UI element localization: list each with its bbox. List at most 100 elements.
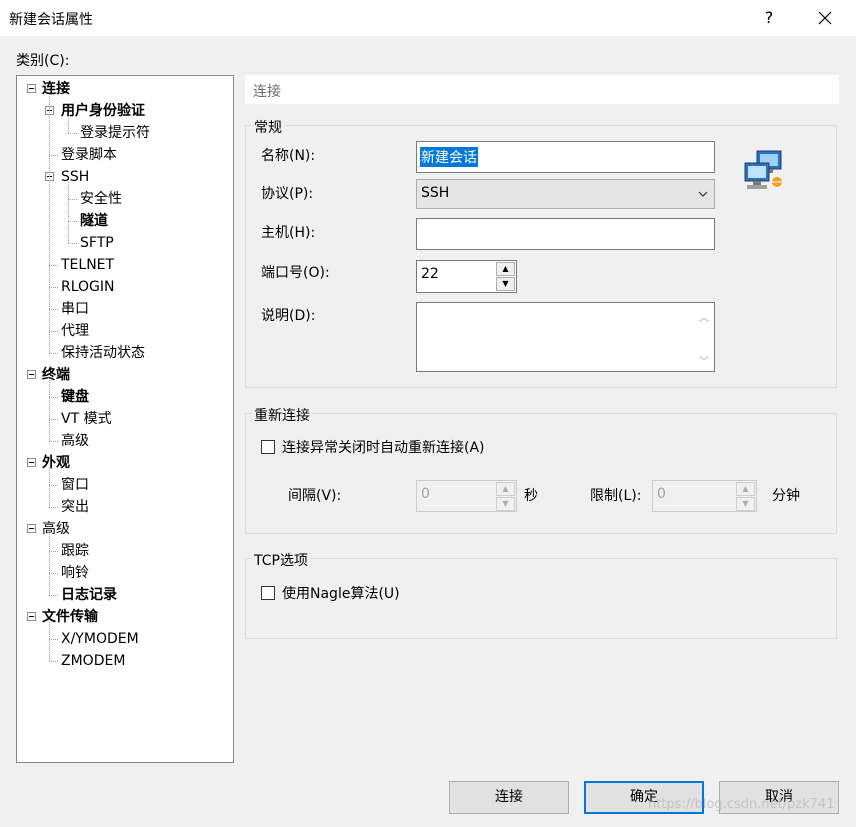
port-value: 22 (421, 266, 439, 282)
tree-connector (68, 199, 77, 200)
host-field[interactable] (416, 218, 715, 250)
limit-value: 0 (657, 486, 666, 502)
window-title: 新建会话属性 (9, 12, 93, 28)
panel-header: 连接 (245, 75, 839, 104)
spin-down-icon[interactable]: ▼ (496, 277, 515, 291)
reconnect-group (245, 413, 837, 534)
limit-unit: 分钟 (772, 488, 800, 504)
nagle-checkbox[interactable] (261, 586, 275, 600)
tree-item-label: 响铃 (61, 565, 89, 581)
tree-item-label: 登录脚本 (61, 147, 117, 163)
tree-item-label: 登录提示符 (80, 125, 150, 141)
tree-connector (49, 622, 50, 661)
tree-connector (49, 534, 50, 595)
name-label: 名称(N): (261, 148, 316, 164)
limit-label: 限制(L): (590, 488, 642, 504)
tree-connector (49, 507, 58, 508)
scroll-up-icon[interactable]: ︿ (698, 309, 710, 324)
tcp-group-title: TCP选项 (252, 550, 310, 570)
collapse-icon[interactable] (27, 370, 36, 379)
collapse-icon[interactable] (27, 458, 36, 467)
tree-item-label: RLOGIN (61, 279, 115, 295)
tree-item-label: 用户身份验证 (61, 103, 145, 119)
interval-unit: 秒 (524, 488, 538, 504)
tree-connector (68, 221, 77, 222)
auto-reconnect-label[interactable]: 连接异常关闭时自动重新连接(A) (282, 437, 485, 457)
help-button[interactable]: ? (757, 5, 781, 31)
collapse-icon[interactable] (27, 524, 36, 533)
tree-connector (49, 485, 58, 486)
scroll-down-icon[interactable]: ﹀ (698, 353, 710, 368)
tree-connector (49, 441, 58, 442)
tree-connector (49, 380, 50, 441)
tree-item-label: X/YMODEM (61, 631, 139, 647)
name-field-value: 新建会话 (420, 147, 478, 167)
tree-connector (49, 419, 58, 420)
tree-item-label: 高级 (61, 433, 89, 449)
tree-item-label: 终端 (42, 367, 70, 383)
nagle-label[interactable]: 使用Nagle算法(U) (282, 583, 400, 603)
description-label: 说明(D): (261, 308, 316, 324)
general-group-title: 常规 (252, 117, 284, 137)
interval-stepper[interactable]: 0 ▲ ▼ (416, 480, 517, 512)
spin-up-icon[interactable]: ▲ (736, 482, 755, 496)
tree-item-label: 高级 (42, 521, 70, 537)
tree-connector (68, 182, 69, 243)
tree-item-label: 文件传输 (42, 609, 98, 625)
tree-connector (49, 551, 58, 552)
tree-connector (49, 287, 58, 288)
tree-connector (49, 661, 58, 662)
tree-item-label: 外观 (42, 455, 70, 471)
tree-connector (68, 116, 69, 133)
tree-connector (49, 397, 58, 398)
tree-connector (49, 639, 58, 640)
category-label-text: 类别(C): (16, 53, 70, 69)
title-bar: 新建会话属性 ? (0, 0, 856, 36)
chevron-down-icon (698, 191, 708, 197)
tree-item-label: 跟踪 (61, 543, 89, 559)
protocol-label: 协议(P): (261, 186, 314, 202)
spin-up-icon[interactable]: ▲ (496, 262, 515, 276)
tree-item-label: 键盘 (61, 389, 89, 405)
tree-item-label: VT 模式 (61, 411, 112, 427)
category-label: 类别(C): (16, 50, 69, 70)
tree-connector (49, 155, 58, 156)
tree-item-label: 突出 (61, 499, 89, 515)
tree-connector (49, 595, 58, 596)
tree-item-label: 代理 (61, 323, 89, 339)
name-field[interactable]: 新建会话 (416, 141, 715, 173)
port-label: 端口号(O): (261, 265, 330, 281)
watermark: https://blog.csdn.net/pzk741 (648, 797, 835, 812)
tree-item-label: 隧道 (80, 213, 108, 229)
description-field[interactable]: ︿ ﹀ (416, 302, 715, 372)
collapse-icon[interactable] (27, 612, 36, 621)
tree-connector (49, 309, 58, 310)
tree-connector (68, 133, 77, 134)
spin-down-icon[interactable]: ▼ (736, 497, 755, 511)
spin-down-icon[interactable]: ▼ (496, 497, 515, 511)
tree-connector (49, 573, 58, 574)
category-tree[interactable]: 连接 用户身份验证 登录提示符 登录脚本 SSH 安全性 隧道 SFTP TELNET RLOGI… (16, 75, 234, 763)
protocol-select[interactable]: SSH (416, 179, 715, 209)
tree-item-label: 日志记录 (61, 587, 117, 603)
protocol-select-value: SSH (421, 185, 450, 201)
collapse-icon[interactable] (27, 84, 36, 93)
connect-button[interactable]: 连接 (449, 781, 569, 814)
interval-value: 0 (421, 486, 430, 502)
panel-header-title: 连接 (253, 84, 281, 100)
spin-up-icon[interactable]: ▲ (496, 482, 515, 496)
close-button[interactable] (812, 5, 838, 31)
tree-item-label: SSH (61, 169, 90, 185)
tree-connector (68, 243, 77, 244)
tree-item-label: 窗口 (61, 477, 89, 493)
tree-connector (49, 468, 50, 507)
tree-item-label: ZMODEM (61, 653, 126, 669)
network-computers-icon (743, 149, 787, 191)
auto-reconnect-checkbox[interactable] (261, 440, 275, 454)
tree-item-label: SFTP (80, 235, 114, 251)
limit-stepper[interactable]: 0 ▲ ▼ (652, 480, 757, 512)
reconnect-group-title: 重新连接 (252, 405, 312, 425)
tree-item-label: 保持活动状态 (61, 345, 145, 361)
close-icon (818, 11, 832, 25)
port-stepper[interactable]: 22 ▲ ▼ (416, 260, 517, 293)
